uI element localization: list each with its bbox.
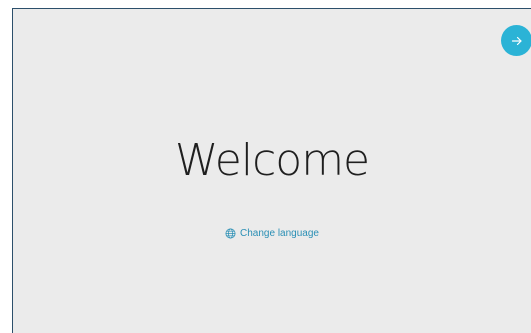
change-language-link[interactable]: Change language [13,228,531,239]
change-language-label: Change language [240,228,319,239]
next-button[interactable] [501,25,531,56]
welcome-screen: Welcome Change language [12,8,531,333]
globe-icon [225,228,236,239]
welcome-title: Welcome [174,135,370,186]
arrow-right-icon [511,36,522,45]
